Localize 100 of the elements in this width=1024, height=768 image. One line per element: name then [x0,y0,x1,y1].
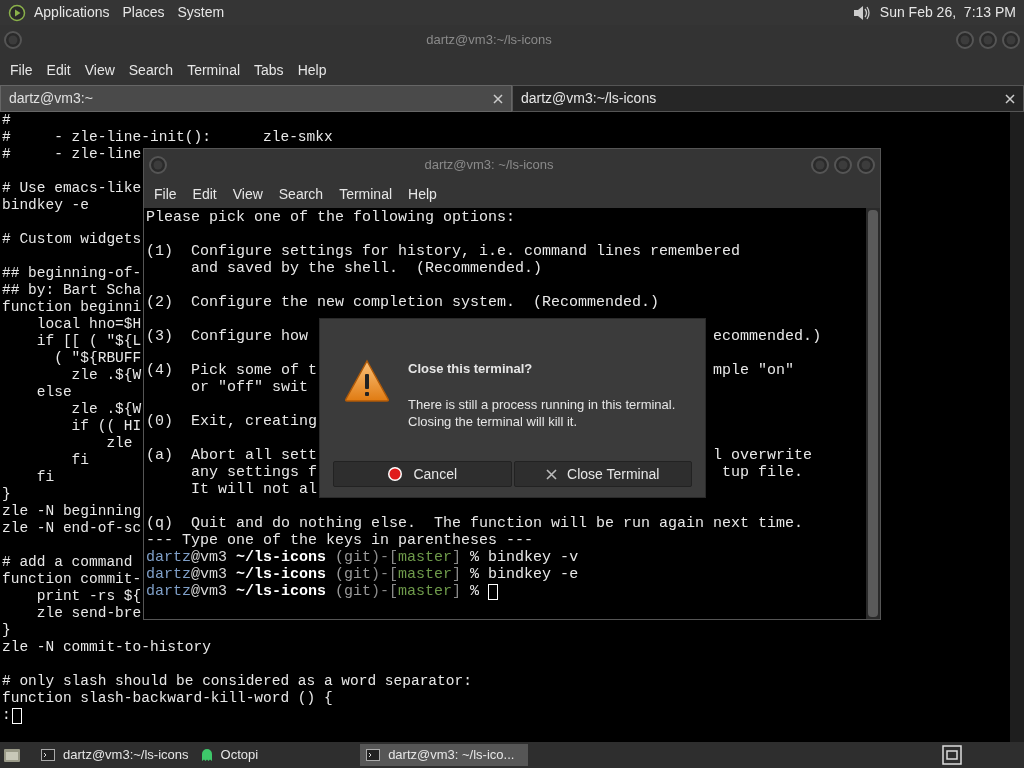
prompt-text: % [470,583,480,600]
terminal-line: and saved by the shell. (Recommended.) [190,260,543,277]
terminal-line: --- Type one of the keys in parentheses --- [146,532,534,549]
terminal-line: (0) Exit, creating [146,413,318,430]
cancel-button[interactable]: Cancel [333,461,512,487]
prompt-text: master [398,566,453,583]
workspace-switcher-icon[interactable] [942,745,962,765]
terminal-line: l overwrite [713,447,813,464]
terminal-line: # [2,112,11,129]
minimize-icon[interactable] [955,30,975,50]
menu-item[interactable]: Search [270,184,332,205]
prompt-text: (git [334,549,372,566]
terminal-line: local hno=$H [35,316,142,333]
prompt-text: @vm3 [191,549,229,566]
terminal-line: (q) Quit and do nothing else. The function will be run again next time. [146,515,804,532]
terminal-line: # Use emacs-like [2,180,142,197]
terminal-line: (4) Pick some of t [146,362,318,379]
terminal-line: tup file. [722,464,804,481]
minimize-icon[interactable] [810,155,830,175]
menu-item[interactable]: View [224,184,271,205]
close-terminal-button[interactable]: Close Terminal [513,461,692,487]
terminal-line: if (( HI [70,418,142,435]
terminal-line: any settings f [190,464,318,481]
taskbar-label: Octopi [220,746,259,765]
prompt-text: ~/ls-icons [236,549,327,566]
scrollbar[interactable] [866,208,880,619]
tab-label: dartz@vm3:~ [9,89,93,108]
menu-item[interactable]: Help [290,59,334,81]
menu-item[interactable]: Edit [184,184,225,205]
terminal-line: fi [35,469,55,486]
taskbar-label: dartz@vm3:~/ls-icons [63,746,189,765]
prompt-text: ~/ls-icons [236,566,327,583]
window-title: dartz@vm3:~/ls-icons [425,31,553,50]
terminal-line: ( "${RBUFF [53,350,142,367]
prompt-text: ] [452,549,463,566]
menu-item[interactable]: Edit [39,59,78,81]
terminal-line: zle -N commit-to-history [2,639,211,656]
tab[interactable]: dartz@vm3:~ [0,85,512,112]
terminal-line: # - zle-line-init(): zle-smkx [2,129,333,146]
menu-item[interactable]: File [146,184,185,205]
terminal-line: # add a command [2,554,133,571]
prompt-text: (git [334,566,372,583]
terminal-line: zle [105,435,133,452]
terminal-line: fi [70,452,89,469]
prompt-text: )-[ [371,566,399,583]
window-menu-icon[interactable] [3,30,23,50]
clock[interactable]: Sun Feb 26, 7:13 PM [879,2,1016,23]
menu-item[interactable]: Help [400,184,445,205]
terminal-line: else [35,384,72,401]
taskbar-item[interactable]: Octopi [194,744,265,766]
maximize-icon[interactable] [833,155,853,175]
prompt-text: )-[ [371,549,399,566]
taskbar-item[interactable]: dartz@vm3:~/ls-icons [35,744,195,766]
show-desktop-icon[interactable] [3,747,21,763]
menu-item[interactable]: File [3,59,40,81]
tab[interactable]: dartz@vm3:~/ls-icons [512,85,1024,112]
dialog-message: There is still a process running in this terminal. [408,395,676,413]
dialog-message: Closing the terminal will kill it. [408,412,579,430]
terminal-line: bindkey -e [2,197,89,214]
prompt-text: dartz [146,549,191,566]
terminal-line: mple "on" [713,362,795,379]
dialog-title: Close this terminal? [408,360,534,378]
prompt-text: master [398,549,453,566]
menu-item[interactable]: View [77,59,122,81]
terminal-line: function beginni [2,299,142,316]
menu-item[interactable]: Terminal [180,59,248,81]
prompt-text: % bindkey -e [470,566,579,583]
panel-menu[interactable]: Places [122,2,165,23]
terminal-line: ecommended.) [713,328,822,345]
terminal-icon [41,749,55,761]
prompt-text: dartz [146,583,191,600]
terminal-line: if [[ ( "${L [35,333,142,350]
scrollbar[interactable] [1010,112,1024,742]
terminal-line: } [2,486,11,503]
window-title: dartz@vm3: ~/ls-icons [423,156,555,175]
prompt-text: master [398,583,453,600]
prompt-text: ] [452,583,463,600]
prompt-text: @vm3 [191,583,229,600]
window-menu-icon[interactable] [148,155,168,175]
maximize-icon[interactable] [978,30,998,50]
menu-logo-icon[interactable] [8,3,26,22]
panel-menu[interactable]: System [177,2,225,23]
menu-item[interactable]: Terminal [331,184,401,205]
stop-icon [387,466,404,482]
warning-icon [344,359,390,403]
menu-item[interactable]: Tabs [247,59,291,81]
terminal-line: : [2,707,11,724]
taskbar-item[interactable]: dartz@vm3: ~/ls-ico... [360,744,529,766]
terminal-line: } [2,622,11,639]
terminal-line: Please pick one of the following options: [146,209,516,226]
terminal-line: zle .${W [70,367,142,384]
terminal-line: (3) Configure how [146,328,309,345]
prompt-text: ] [452,566,463,583]
terminal-line: It will not al [190,481,318,498]
panel-menu[interactable]: Applications [34,2,110,23]
volume-icon[interactable] [851,3,872,22]
prompt-text: % bindkey -v [470,549,579,566]
terminal-line: function commit- [2,571,142,588]
prompt-text: ~/ls-icons [236,583,327,600]
menu-item[interactable]: Search [121,59,181,81]
